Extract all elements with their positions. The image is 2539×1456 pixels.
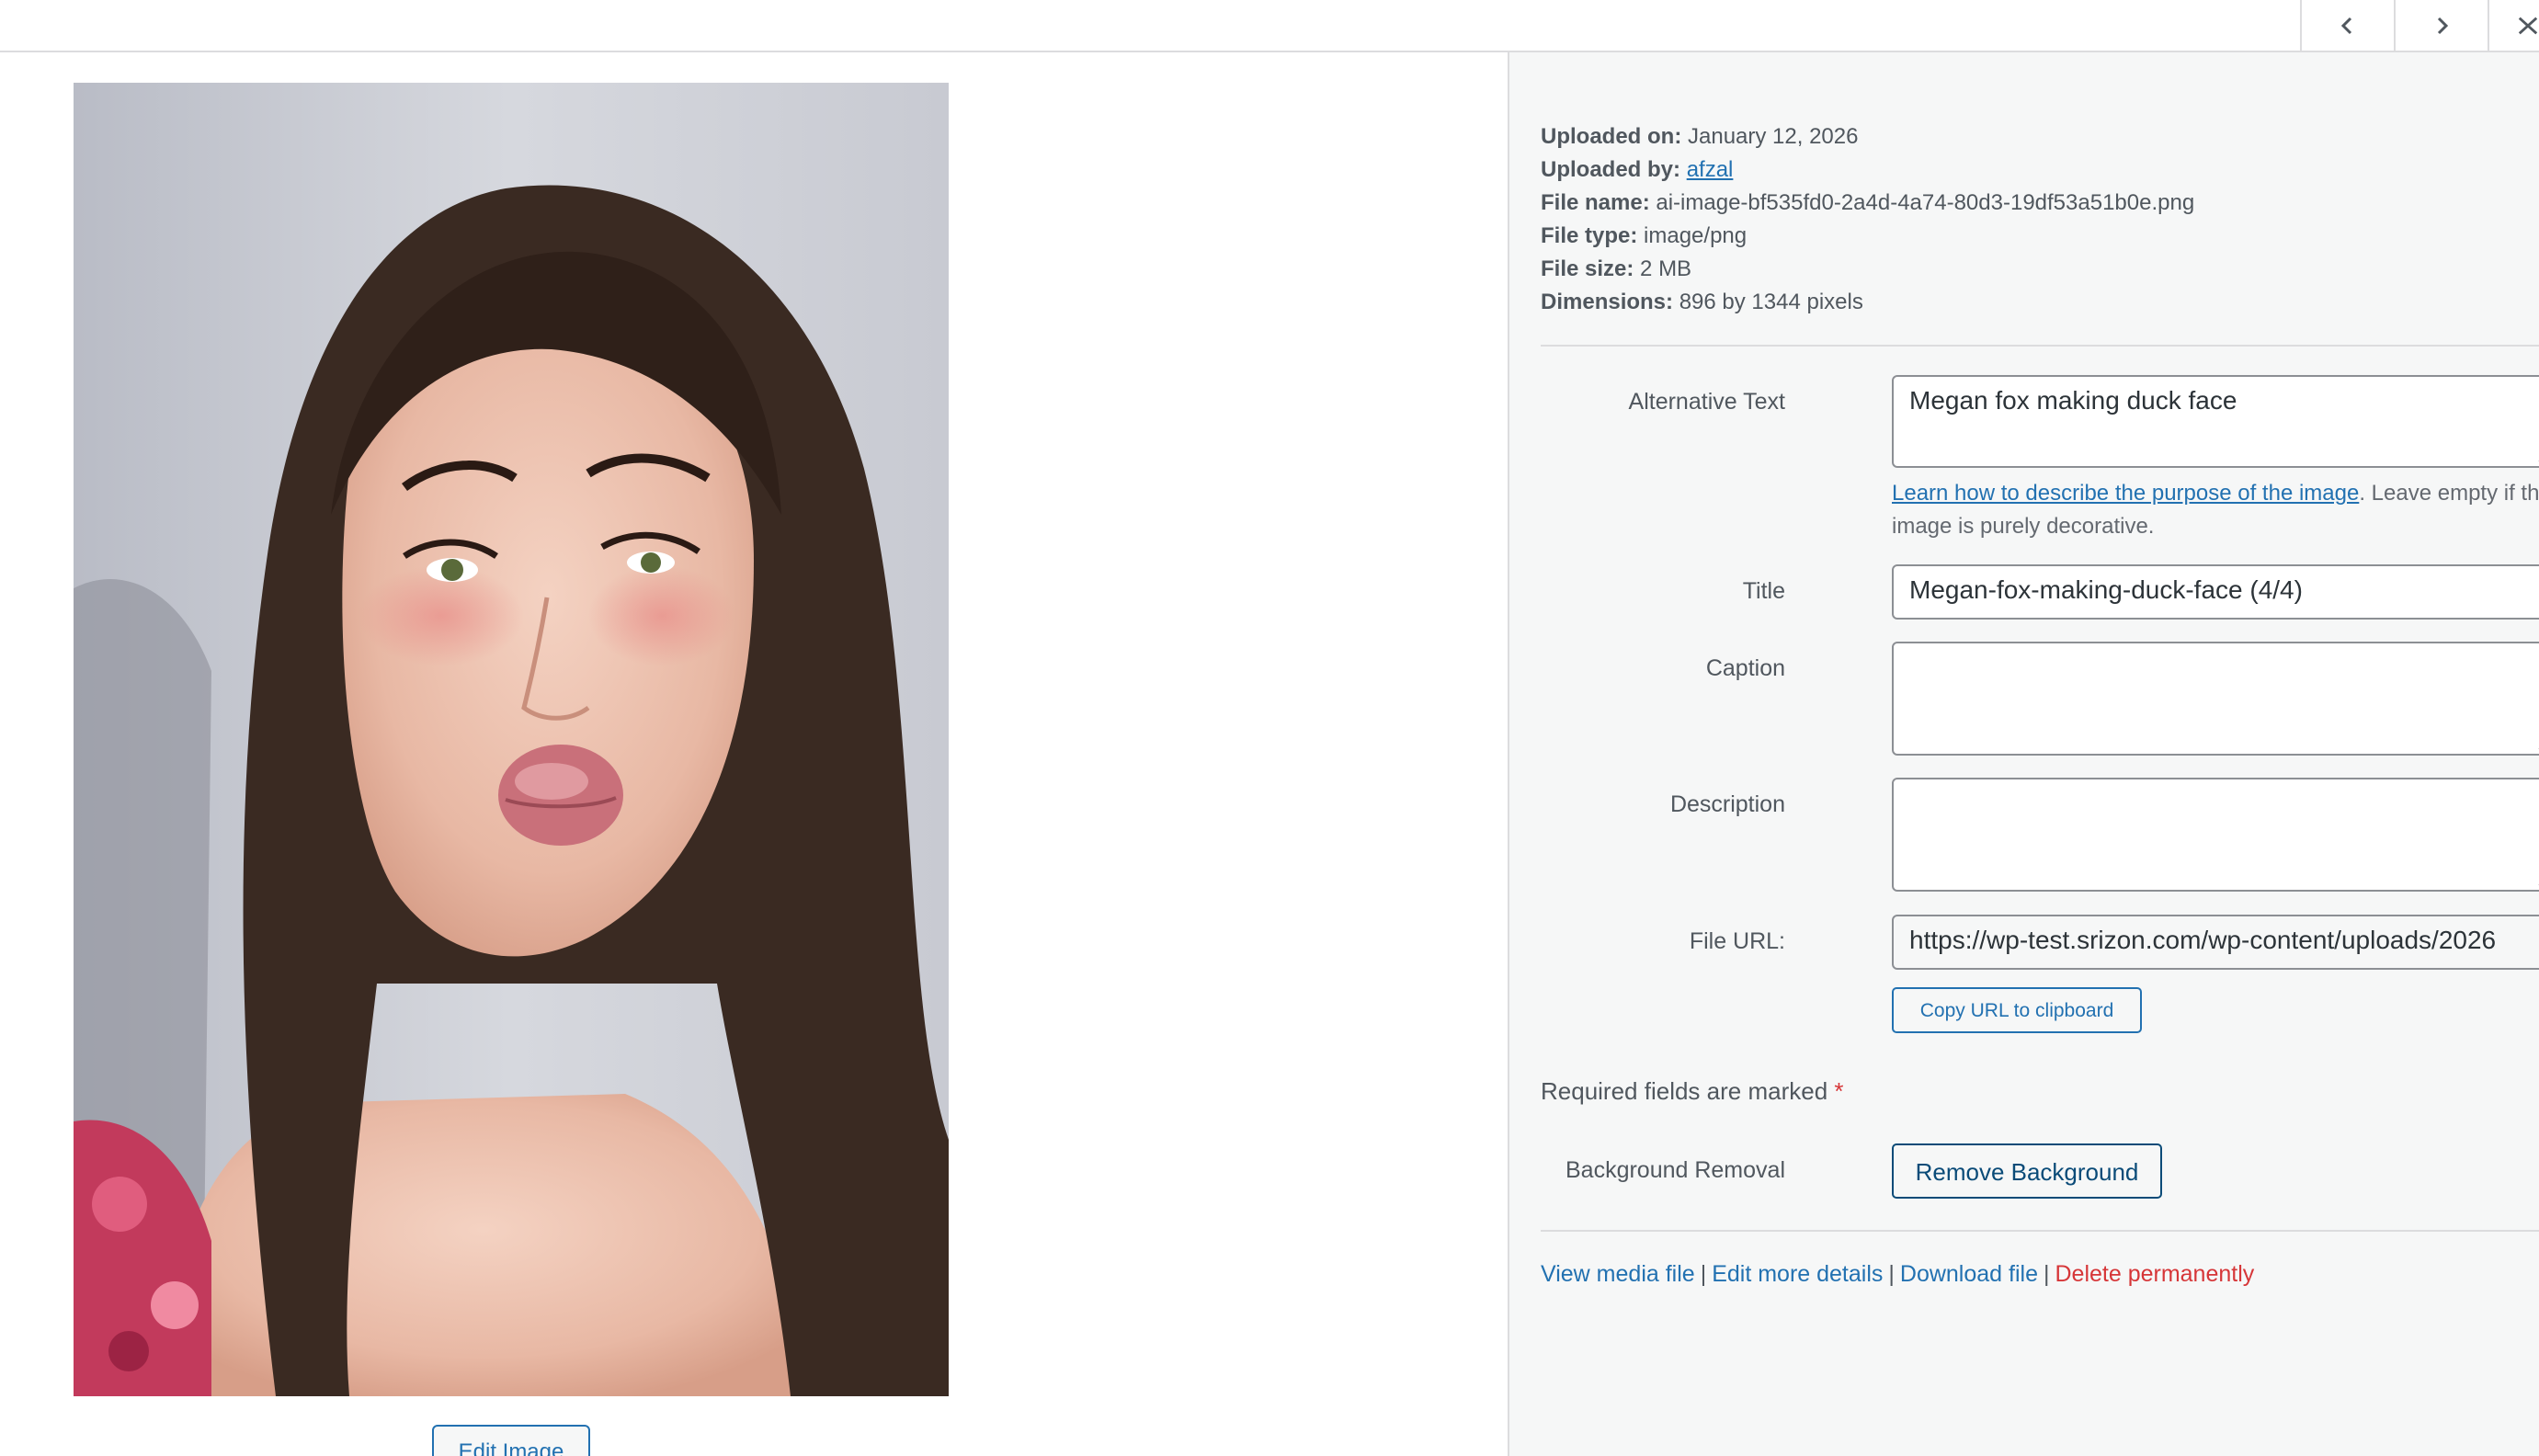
caption-field[interactable]	[1892, 642, 2539, 756]
file-name-row: File name: ai-image-bf535fd0-2a4d-4a74-8…	[1541, 187, 2533, 220]
background-removal-label: Background Removal	[1565, 1157, 1785, 1183]
uploaded-on-value: January 12, 2026	[1688, 124, 1859, 149]
required-fields-note: Required fields are marked *	[1541, 1077, 1844, 1106]
divider	[1541, 345, 2539, 347]
next-button[interactable]	[2394, 0, 2488, 51]
delete-permanently-link[interactable]: Delete permanently	[2055, 1261, 2254, 1287]
dimensions-label: Dimensions:	[1541, 290, 1674, 314]
attachment-image	[74, 83, 949, 1396]
file-url-value: https://wp-test.srizon.com/wp-content/up…	[1909, 926, 2497, 954]
chevron-right-icon	[2437, 17, 2449, 34]
remove-background-button[interactable]: Remove Background	[1892, 1143, 2162, 1199]
description-label: Description	[1669, 791, 1785, 817]
title-value: Megan-fox-making-duck-face (4/4)	[1909, 575, 2303, 604]
file-name-value: ai-image-bf535fd0-2a4d-4a74-80d3-19df53a…	[1656, 190, 2195, 215]
file-details: Uploaded on: January 12, 2026 Uploaded b…	[1541, 120, 2533, 319]
required-star: *	[1834, 1077, 1844, 1105]
separator: |	[2043, 1261, 2050, 1287]
alt-text-help-link[interactable]: Learn how to describe the purpose of the…	[1892, 481, 2359, 506]
file-size-row: File size: 2 MB	[1541, 253, 2533, 286]
previous-button[interactable]	[2300, 0, 2394, 51]
file-type-label: File type:	[1541, 223, 1638, 248]
title-label: Title	[1742, 578, 1785, 604]
attachment-details-sidebar: Uploaded on: January 12, 2026 Uploaded b…	[1508, 52, 2539, 1456]
uploaded-on-row: Uploaded on: January 12, 2026	[1541, 120, 2533, 154]
alt-text-help: Learn how to describe the purpose of the…	[1892, 477, 2539, 543]
separator: |	[1888, 1261, 1895, 1287]
view-media-file-link[interactable]: View media file	[1541, 1261, 1695, 1287]
uploaded-by-row: Uploaded by: afzal	[1541, 154, 2533, 187]
caption-label: Caption	[1705, 655, 1785, 681]
separator: |	[1700, 1261, 1707, 1287]
required-text: Required fields are marked	[1541, 1077, 1828, 1105]
divider	[1541, 1230, 2539, 1232]
modal-header	[0, 0, 2539, 52]
uploaded-on-label: Uploaded on:	[1541, 124, 1682, 149]
alt-text-field[interactable]: Megan fox making duck face	[1892, 375, 2539, 468]
uploaded-by-link[interactable]: afzal	[1687, 157, 1734, 182]
dimensions-value: 896 by 1344 pixels	[1679, 290, 1863, 314]
download-file-link[interactable]: Download file	[1900, 1261, 2038, 1287]
file-name-label: File name:	[1541, 190, 1650, 215]
file-size-label: File size:	[1541, 256, 1634, 281]
edit-more-details-link[interactable]: Edit more details	[1712, 1261, 1883, 1287]
attachment-preview: Edit Image	[0, 52, 1508, 1456]
file-url-field[interactable]: https://wp-test.srizon.com/wp-content/up…	[1892, 915, 2539, 970]
file-url-label: File URL:	[1689, 928, 1785, 954]
file-type-row: File type: image/png	[1541, 220, 2533, 253]
chevron-left-icon	[2340, 17, 2352, 34]
alt-text-value: Megan fox making duck face	[1909, 386, 2237, 415]
attachment-actions: View media file | Edit more details | Downlo…	[1541, 1261, 2254, 1288]
dimensions-row: Dimensions: 896 by 1344 pixels	[1541, 286, 2533, 319]
title-field[interactable]: Megan-fox-making-duck-face (4/4)	[1892, 564, 2539, 620]
description-field[interactable]	[1892, 778, 2539, 892]
edit-image-button[interactable]: Edit Image	[432, 1425, 590, 1456]
close-button[interactable]	[2488, 0, 2539, 51]
close-icon	[2518, 17, 2538, 34]
file-size-value: 2 MB	[1640, 256, 1692, 281]
copy-url-button[interactable]: Copy URL to clipboard	[1892, 987, 2142, 1033]
alt-text-label: Alternative Text	[1628, 389, 1785, 415]
uploaded-by-label: Uploaded by:	[1541, 157, 1681, 182]
file-type-value: image/png	[1644, 223, 1748, 248]
